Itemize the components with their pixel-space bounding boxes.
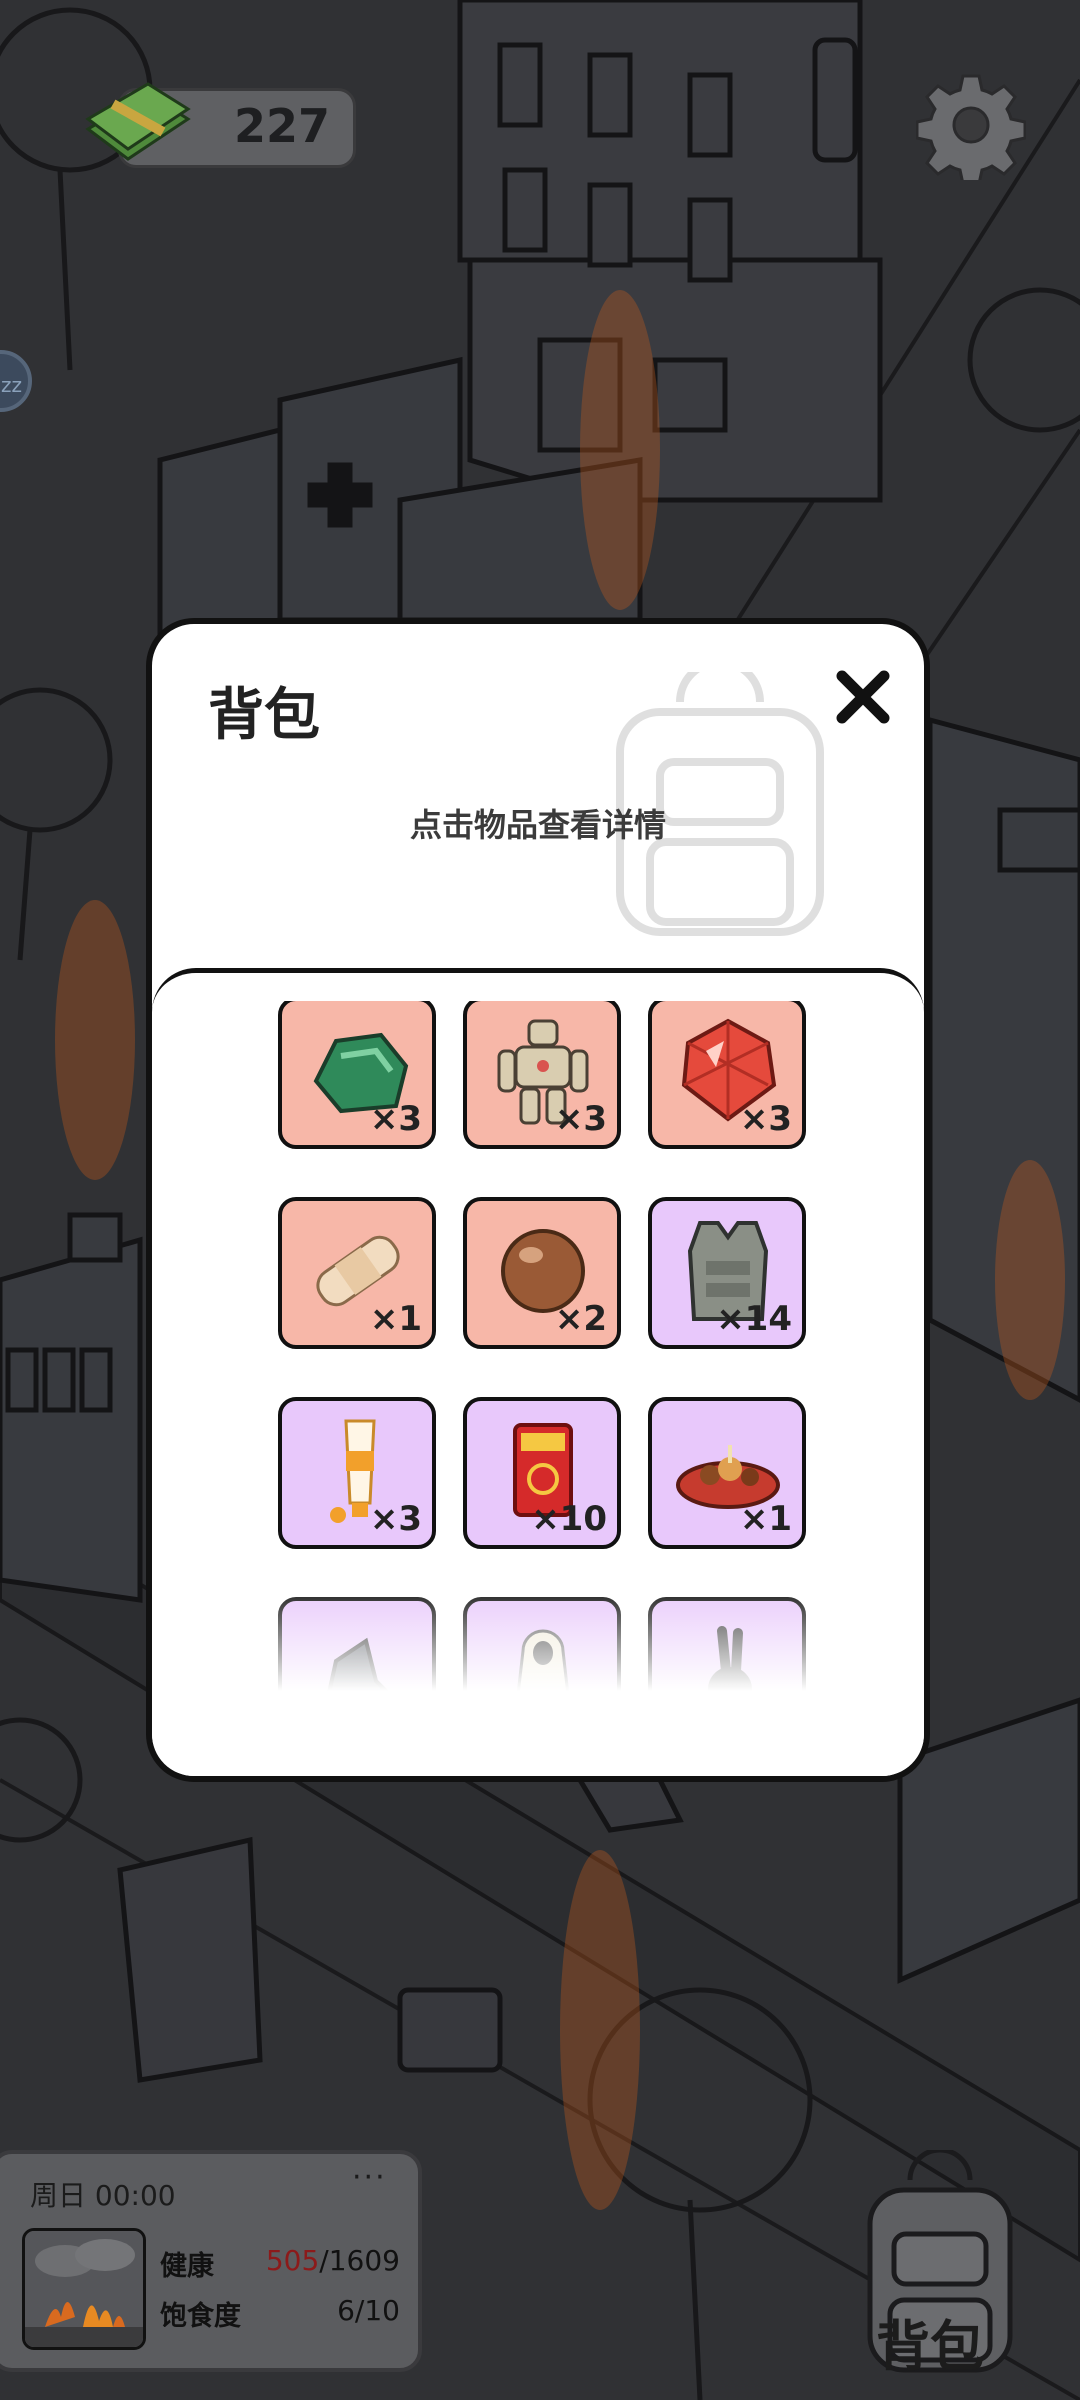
inventory-slot-bandage[interactable]: ×1	[278, 1197, 436, 1349]
item-quantity: ×1	[369, 1299, 422, 1339]
item-quantity: ×3	[554, 1099, 607, 1139]
inventory-hint: 点击物品查看详情	[409, 806, 666, 844]
inventory-grid-panel: ×3 ×3 ×3 ×1 ×2 ×14 ×3 ×10 ×1	[152, 968, 924, 1776]
money-amount: 227	[233, 99, 331, 153]
inventory-slot-boot[interactable]	[278, 1597, 436, 1691]
inventory-slot-sunscreen[interactable]: ×3	[278, 1397, 436, 1549]
inventory-slot-hooded-figure[interactable]	[463, 1597, 621, 1691]
inventory-slot-body-armor[interactable]: ×14	[648, 1197, 806, 1349]
inventory-title: 背包	[208, 683, 320, 748]
game-time: 周日 00:00	[30, 2179, 176, 2212]
more-options-button[interactable]: ···	[352, 2160, 387, 2195]
item-quantity: ×3	[739, 1099, 792, 1139]
item-quantity: ×10	[531, 1499, 607, 1539]
close-icon[interactable]	[832, 666, 894, 728]
health-current: 505	[265, 2244, 320, 2277]
inventory-slot-rabbit-toy[interactable]	[648, 1597, 806, 1691]
inventory-modal: 背包 点击物品查看详情 ×3 ×3 ×3 ×1 ×2 ×14 ×3 ×10 ×1	[146, 618, 930, 1782]
satiety-label: 饱食度	[160, 2301, 241, 2332]
item-quantity: ×3	[369, 1499, 422, 1539]
item-quantity: ×1	[739, 1499, 792, 1539]
health-value: 505/1609	[250, 2244, 400, 2277]
boot-icon	[327, 1637, 389, 1691]
inventory-slot-brown-ball[interactable]: ×2	[463, 1197, 621, 1349]
item-quantity: ×2	[554, 1299, 607, 1339]
health-max: /1609	[319, 2244, 400, 2277]
health-label: 健康	[160, 2251, 214, 2282]
item-quantity: ×14	[716, 1299, 792, 1339]
item-quantity: ×3	[369, 1099, 422, 1139]
cash-stack-icon	[85, 82, 191, 161]
inventory-grid[interactable]: ×3 ×3 ×3 ×1 ×2 ×14 ×3 ×10 ×1	[272, 1001, 812, 1691]
gear-icon[interactable]	[916, 70, 1026, 180]
hooded-figure-icon	[516, 1629, 570, 1691]
inventory-slot-food-platter[interactable]: ×1	[648, 1397, 806, 1549]
inventory-slot-red-envelope[interactable]: ×10	[463, 1397, 621, 1549]
inventory-slot-red-gem[interactable]: ×3	[648, 1001, 806, 1149]
satiety-value: 6/10	[337, 2294, 400, 2327]
rabbit-toy-icon	[708, 1626, 752, 1691]
inventory-slot-jade-stone[interactable]: ×3	[278, 1001, 436, 1149]
inventory-slot-mech-robot[interactable]: ×3	[463, 1001, 621, 1149]
fire-scene-avatar	[22, 2228, 146, 2350]
backpack-label[interactable]: 背包	[876, 2302, 984, 2381]
campfire-icon	[25, 2231, 143, 2347]
status-card[interactable]: 周日 00:00 ··· 健康 505/1609 饱食度 6/10	[0, 2150, 422, 2372]
